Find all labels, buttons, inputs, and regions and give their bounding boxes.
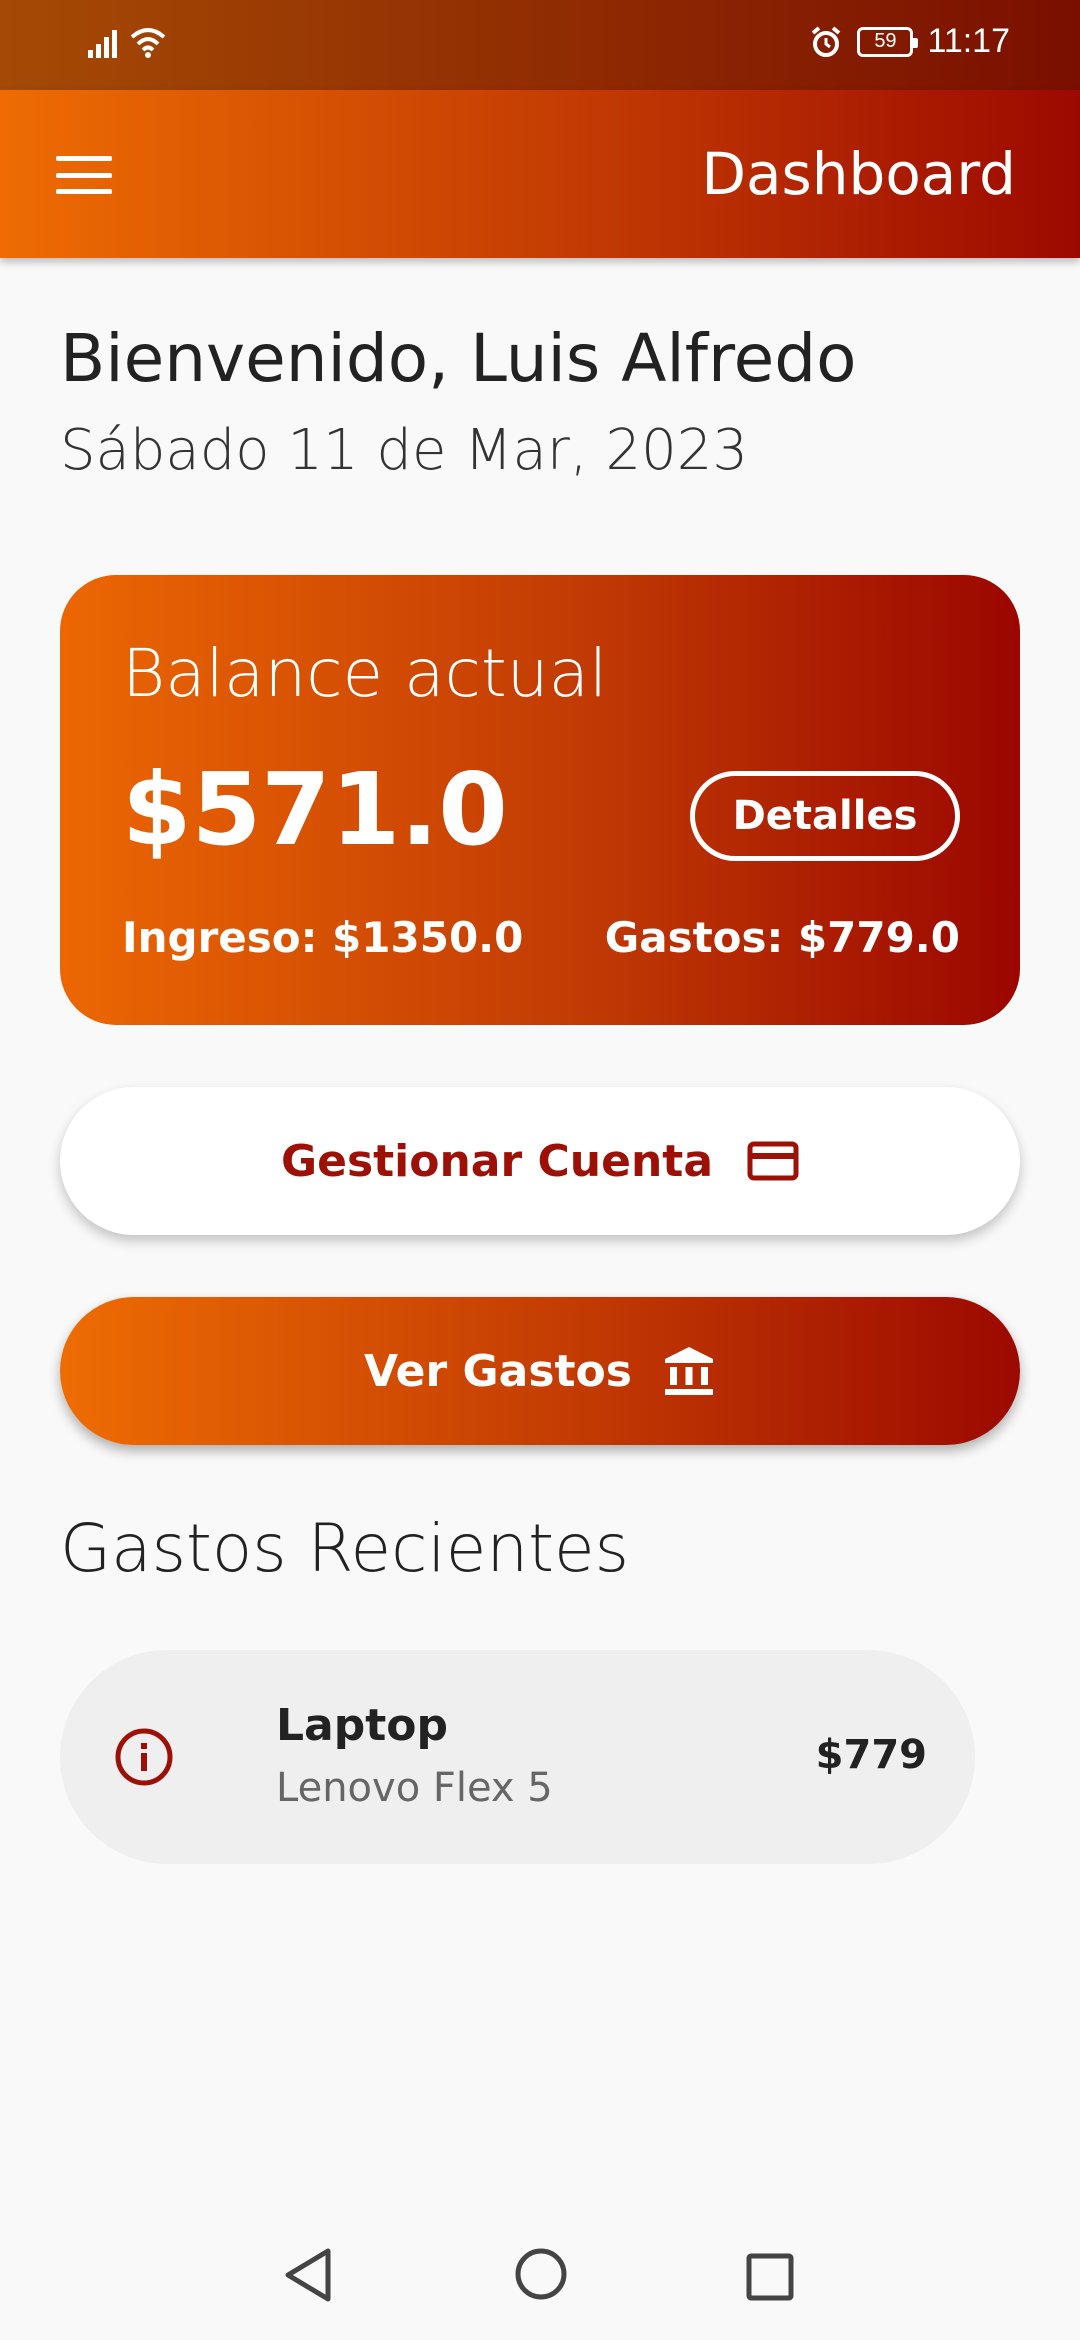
balance-card: Balance actual $571.0 Detalles Ingreso: … (60, 575, 1020, 1025)
view-expenses-label: Ver Gastos (364, 1345, 632, 1397)
signal-icon (88, 30, 117, 58)
status-left (86, 26, 166, 58)
alarm-icon (812, 25, 841, 57)
manage-account-button[interactable]: Gestionar Cuenta (60, 1087, 1020, 1235)
expense-subtitle: Lenovo Flex 5 (276, 1765, 553, 1811)
welcome-text: Bienvenido, Luis Alfredo (60, 320, 857, 397)
expenses-text: Gastos: $779.0 (604, 913, 960, 962)
expense-title: Laptop (276, 1700, 448, 1751)
view-expenses-button[interactable]: Ver Gastos (60, 1297, 1020, 1445)
balance-amount: $571.0 (122, 751, 508, 868)
home-icon[interactable] (514, 2247, 568, 2301)
expense-amount: $779 (815, 1732, 927, 1778)
list-item[interactable]: Laptop Lenovo Flex 5 $779 (60, 1650, 975, 1864)
system-nav-bar (0, 2215, 1080, 2340)
back-icon[interactable] (282, 2245, 334, 2305)
app-bar: Dashboard (0, 90, 1080, 258)
details-button[interactable]: Detalles (690, 771, 960, 861)
income-text: Ingreso: $1350.0 (122, 913, 524, 962)
status-bar: 59 11:17 (0, 0, 1080, 90)
page-title: Dashboard (701, 140, 1016, 208)
status-right: 59 11:17 (809, 22, 1010, 61)
recent-expenses-title: Gastos Recientes (60, 1510, 630, 1587)
credit-card-icon (747, 1141, 799, 1181)
wifi-icon (130, 28, 166, 58)
hamburger-menu-icon[interactable] (56, 156, 112, 194)
bank-icon (664, 1347, 713, 1395)
date-text: Sábado 11 de Mar, 2023 (60, 418, 748, 483)
battery-icon: 59 (857, 26, 919, 57)
info-icon (115, 1728, 173, 1786)
manage-account-label: Gestionar Cuenta (280, 1135, 714, 1187)
recent-apps-icon[interactable] (746, 2253, 794, 2301)
balance-label: Balance actual (122, 635, 608, 712)
status-time: 11:17 (927, 22, 1010, 60)
